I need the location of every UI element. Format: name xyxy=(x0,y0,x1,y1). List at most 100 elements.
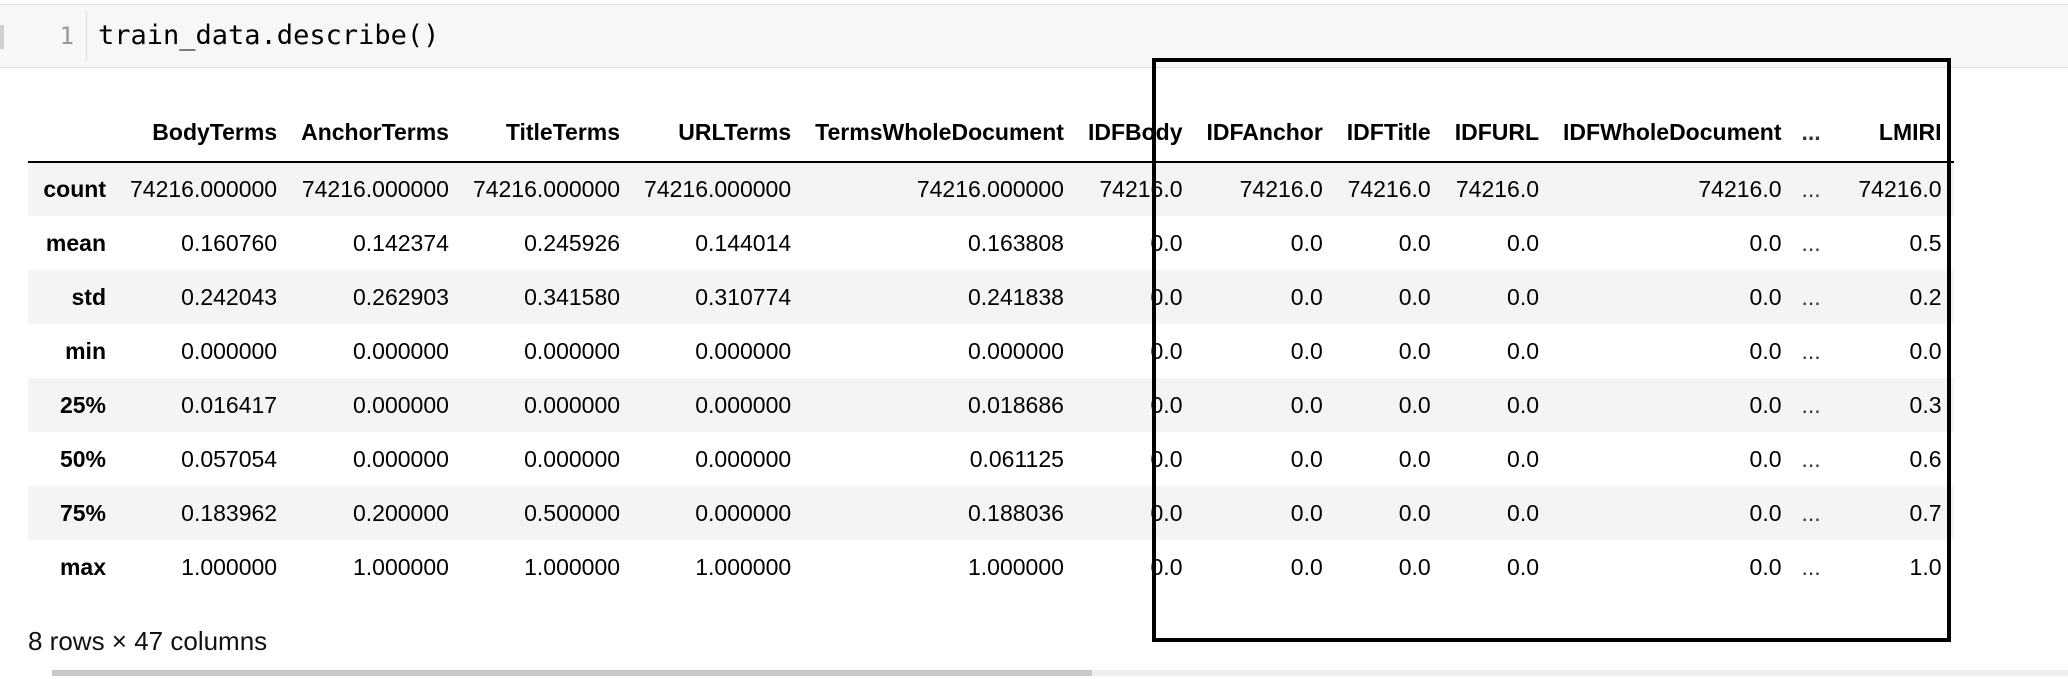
table-cell: 0.160760 xyxy=(181,229,278,256)
code-editor-text[interactable]: train_data.describe() xyxy=(98,5,439,67)
table-cell: 0.0 xyxy=(1290,553,1323,580)
column-header: IDFBody xyxy=(1075,104,1195,163)
table-cell: 1.000000 xyxy=(181,553,278,580)
table-cell: 1.000000 xyxy=(353,553,449,580)
table-cell: 74216.000000 xyxy=(916,176,1064,202)
row-index-label: 50% xyxy=(59,445,106,472)
table-cell: 0.0 xyxy=(1150,445,1183,472)
table-body: count 74216.000000 74216.000000 74216.00000… xyxy=(28,162,1954,594)
table-cell: 0.0 xyxy=(1398,499,1431,526)
table-cell: 0.000000 xyxy=(524,445,621,472)
table-cell: 0.241838 xyxy=(968,283,1064,310)
table-cell: 0.341580 xyxy=(524,283,621,310)
column-header: LMIRI xyxy=(1833,104,1954,163)
column-header: TitleTerms xyxy=(460,104,633,163)
table-cell: 0.0 xyxy=(1290,229,1323,256)
table-cell: 0.0 xyxy=(1507,445,1540,472)
table-cell: 0.0 xyxy=(1507,229,1540,256)
horizontal-scrollbar-thumb[interactable] xyxy=(52,670,1092,676)
table-cell: 0.188036 xyxy=(968,499,1064,526)
row-index-label: 25% xyxy=(59,391,106,418)
table-cell: 74216.0 xyxy=(1347,176,1431,202)
table-cell: 0.0 xyxy=(1398,391,1431,418)
table-cell: 0.0 xyxy=(1507,391,1540,418)
row-index-label: max xyxy=(59,553,106,580)
table-row: max 1.000000 1.000000 1.000000 1.000000 1.000… xyxy=(28,540,1954,594)
table-cell: 0.057054 xyxy=(181,445,278,472)
ellipsis-cell: ... xyxy=(1801,283,1821,310)
ellipsis-cell: ... xyxy=(1801,391,1821,418)
table-cell: 0.0 xyxy=(1749,391,1782,418)
table-cell: 0.183962 xyxy=(181,499,278,526)
column-header: IDFWholeDocument xyxy=(1551,104,1794,163)
table-cell: 0.0 xyxy=(1909,337,1942,364)
ellipsis-cell: ... xyxy=(1801,176,1821,202)
row-index-label: mean xyxy=(45,229,106,256)
table-cell: 0.0 xyxy=(1749,283,1782,310)
table-cell: 0.061125 xyxy=(969,445,1064,472)
table-cell: 0.144014 xyxy=(695,229,792,256)
table-cell: 0.142374 xyxy=(353,229,449,256)
table-cell: 0.000000 xyxy=(695,391,792,418)
table-cell: 0.262903 xyxy=(353,283,449,310)
table-cell: 0.000000 xyxy=(353,445,449,472)
table-cell: 0.0 xyxy=(1398,229,1431,256)
table-cell: 0.0 xyxy=(1290,283,1323,310)
table-cell: 0.3 xyxy=(1909,391,1942,418)
table-row: min 0.000000 0.000000 0.000000 0.000000 0.000… xyxy=(28,324,1954,378)
table-cell: 0.310774 xyxy=(695,283,792,310)
table-cell: 74216.000000 xyxy=(301,176,449,202)
table-cell: 0.245926 xyxy=(524,229,621,256)
describe-table: BodyTerms AnchorTerms TitleTerms URLTerms Te… xyxy=(28,104,1954,594)
table-cell: 0.0 xyxy=(1749,499,1782,526)
table-row: count 74216.000000 74216.000000 74216.00000… xyxy=(28,162,1954,216)
table-row: 50% 0.057054 0.000000 0.000000 0.000000 0.061… xyxy=(28,432,1954,486)
ellipsis-header: ... xyxy=(1793,104,1834,163)
table-row: mean 0.160760 0.142374 0.245926 0.144014 0.16… xyxy=(28,216,1954,270)
table-header-row: BodyTerms AnchorTerms TitleTerms URLTerms Te… xyxy=(28,104,1954,163)
cell-prompt-indicator xyxy=(0,25,4,49)
table-cell: 0.0 xyxy=(1290,337,1323,364)
table-cell: 74216.0 xyxy=(1858,176,1942,202)
column-header: AnchorTerms xyxy=(289,104,461,163)
table-cell: 0.0 xyxy=(1507,499,1540,526)
gutter-divider xyxy=(86,11,87,61)
table-cell: 0.163808 xyxy=(968,229,1064,256)
column-header: IDFTitle xyxy=(1334,104,1443,163)
table-cell: 0.000000 xyxy=(695,337,792,364)
table-cell: 0.500000 xyxy=(524,499,621,526)
table-cell: 74216.000000 xyxy=(644,176,792,202)
table-cell: 0.0 xyxy=(1507,337,1540,364)
table-cell: 0.000000 xyxy=(524,337,621,364)
table-cell: 0.6 xyxy=(1909,445,1942,472)
table-cell: 74216.0 xyxy=(1698,176,1782,202)
table-cell: 0.0 xyxy=(1749,229,1782,256)
table-cell: 0.000000 xyxy=(695,499,792,526)
table-cell: 74216.0 xyxy=(1239,176,1323,202)
table-cell: 0.0 xyxy=(1290,445,1323,472)
table-cell: 0.242043 xyxy=(181,283,278,310)
table-cell: 0.0 xyxy=(1290,499,1323,526)
table-cell: 74216.000000 xyxy=(130,176,278,202)
table-row: 25% 0.016417 0.000000 0.000000 0.000000 0.018… xyxy=(28,378,1954,432)
table-cell: 0.016417 xyxy=(181,391,278,418)
ellipsis-cell: ... xyxy=(1801,499,1821,526)
table-cell: 0.7 xyxy=(1909,499,1942,526)
row-index-label: count xyxy=(43,176,106,202)
table-cell: 0.200000 xyxy=(353,499,449,526)
table-cell: 0.0 xyxy=(1150,229,1183,256)
dataframe-output: BodyTerms AnchorTerms TitleTerms URLTerms Te… xyxy=(28,104,1954,594)
table-cell: 0.0 xyxy=(1398,337,1431,364)
table-cell: 0.0 xyxy=(1749,445,1782,472)
table-cell: 1.0 xyxy=(1909,553,1942,580)
table-cell: 0.000000 xyxy=(353,337,449,364)
row-index-label: 75% xyxy=(59,499,106,526)
table-cell: 0.0 xyxy=(1290,391,1323,418)
table-row: 75% 0.183962 0.200000 0.500000 0.000000 0.188… xyxy=(28,486,1954,540)
ellipsis-cell: ... xyxy=(1801,553,1821,580)
table-cell: 0.000000 xyxy=(695,445,792,472)
code-input-cell[interactable]: 1 train_data.describe() xyxy=(0,4,2068,68)
dataframe-shape-label: 8 rows × 47 columns xyxy=(28,626,268,656)
table-cell: 0.0 xyxy=(1150,337,1183,364)
table-cell: 0.000000 xyxy=(524,391,621,418)
